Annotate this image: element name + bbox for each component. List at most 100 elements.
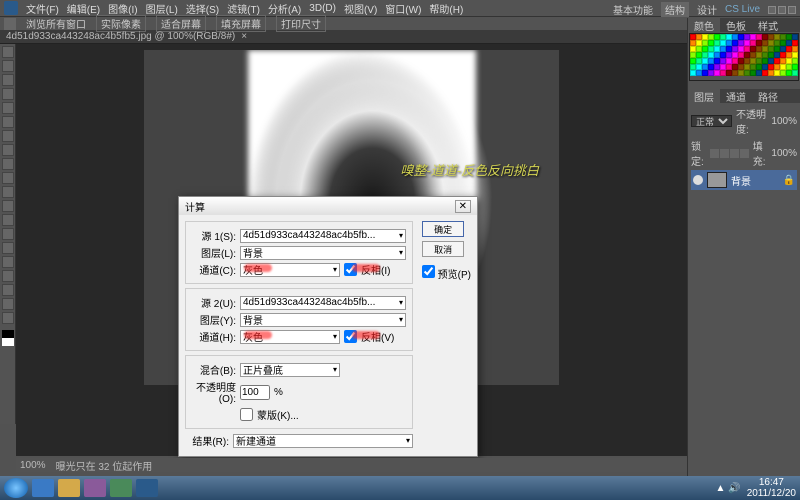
menu-view[interactable]: 视图(V) [344, 1, 377, 16]
mask-label: 蒙版(K)... [257, 407, 299, 422]
cancel-button[interactable]: 取消 [422, 241, 464, 257]
visibility-icon[interactable] [693, 175, 703, 185]
hand-tool[interactable] [2, 298, 14, 310]
menu-analysis[interactable]: 分析(A) [268, 1, 301, 16]
hand-tool-icon[interactable] [4, 18, 16, 30]
color-grid[interactable] [689, 33, 799, 81]
zoom-tool[interactable] [2, 312, 14, 324]
tab-layers[interactable]: 图层 [688, 89, 720, 103]
windows-taskbar: ▲ 🔊 16:47 2011/12/20 [0, 476, 800, 500]
menu-image[interactable]: 图像(I) [108, 1, 137, 16]
path-tool[interactable] [2, 270, 14, 282]
red-annotation-4 [352, 331, 380, 339]
maximize-icon[interactable] [778, 6, 786, 14]
taskbar-app2-icon[interactable] [110, 479, 132, 497]
tab-swatches[interactable]: 色板 [720, 18, 752, 32]
close-icon[interactable] [788, 6, 796, 14]
document-tab-label: 4d51d933ca443248ac4b5fb5.jpg @ 100%(RGB/… [6, 31, 235, 42]
history-brush-tool[interactable] [2, 172, 14, 184]
tab-styles[interactable]: 样式 [752, 18, 784, 32]
source2-layer-select[interactable]: 背景 [240, 313, 406, 327]
tools-panel [0, 44, 16, 424]
status-bar: 100% 曝光只在 32 位起作用 [16, 458, 687, 472]
workspace-structure[interactable]: 结构 [661, 2, 689, 17]
opacity-input[interactable] [240, 385, 270, 400]
opacity-value[interactable]: 100% [771, 116, 797, 127]
blend-label: 混合(B): [192, 362, 236, 377]
type-tool[interactable] [2, 256, 14, 268]
lock-icons[interactable] [710, 149, 749, 158]
minimize-icon[interactable] [768, 6, 776, 14]
tab-color[interactable]: 颜色 [688, 18, 720, 32]
fill-value[interactable]: 100% [771, 148, 797, 159]
clock-time[interactable]: 16:47 [747, 477, 796, 488]
crop-tool[interactable] [2, 102, 14, 114]
blend-mode-dropdown[interactable]: 正常 [691, 115, 732, 127]
preview-checkbox[interactable] [422, 265, 435, 278]
result-select[interactable]: 新建通道 [233, 434, 413, 448]
workspace-basic[interactable]: 基本功能 [613, 2, 653, 17]
workspace-design[interactable]: 设计 [697, 2, 717, 17]
start-button[interactable] [4, 478, 28, 498]
menu-file[interactable]: 文件(F) [26, 1, 59, 16]
taskbar-ie-icon[interactable] [32, 479, 54, 497]
eraser-tool[interactable] [2, 186, 14, 198]
stamp-tool[interactable] [2, 158, 14, 170]
mask-checkbox[interactable] [240, 408, 253, 421]
heal-tool[interactable] [2, 130, 14, 142]
brush-tool[interactable] [2, 144, 14, 156]
gradient-tool[interactable] [2, 200, 14, 212]
red-annotation-3 [244, 331, 272, 339]
color-swatches[interactable] [2, 330, 14, 346]
blur-tool[interactable] [2, 214, 14, 226]
source2-file-select[interactable]: 4d51d933ca443248ac4b5fb... [240, 296, 406, 310]
calculations-dialog: 计算 ✕ 确定 取消 预览(P) 源 1(S):4d51d933ca443248… [178, 196, 478, 457]
document-tab[interactable]: 4d51d933ca443248ac4b5fb5.jpg @ 100%(RGB/… [0, 30, 800, 44]
taskbar-photoshop-icon[interactable] [136, 479, 158, 497]
layer-thumbnail [707, 172, 727, 188]
tab-channels[interactable]: 通道 [720, 89, 752, 103]
options-bar: 浏览所有窗口 实际像素 适合屏幕 填充屏幕 打印尺寸 [0, 16, 800, 30]
btn-fill-screen[interactable]: 填充屏幕 [216, 15, 266, 32]
menu-3d[interactable]: 3D(D) [309, 3, 336, 14]
menu-layer[interactable]: 图层(L) [146, 1, 178, 16]
dialog-titlebar[interactable]: 计算 ✕ [179, 197, 477, 215]
tab-close-icon[interactable]: × [241, 31, 247, 42]
tab-paths[interactable]: 路径 [752, 89, 784, 103]
menu-help[interactable]: 帮助(H) [429, 1, 463, 16]
dodge-tool[interactable] [2, 228, 14, 240]
marquee-tool[interactable] [2, 60, 14, 72]
source1-layer-select[interactable]: 背景 [240, 246, 406, 260]
scroll-all-windows[interactable]: 浏览所有窗口 [26, 16, 86, 31]
menu-edit[interactable]: 编辑(E) [67, 1, 100, 16]
btn-print-size[interactable]: 打印尺寸 [276, 15, 326, 32]
source2-label: 源 2(U): [192, 295, 236, 310]
btn-fit-screen[interactable]: 适合屏幕 [156, 15, 206, 32]
ok-button[interactable]: 确定 [422, 221, 464, 237]
taskbar-explorer-icon[interactable] [58, 479, 80, 497]
wand-tool[interactable] [2, 88, 14, 100]
lock-label: 锁定: [691, 138, 706, 168]
blend-mode-select[interactable]: 正片叠底 [240, 363, 340, 377]
layer-row-background[interactable]: 背景 🔒 [691, 170, 797, 190]
source1-channel-label: 通道(C): [192, 262, 236, 277]
eyedropper-tool[interactable] [2, 116, 14, 128]
red-annotation-2 [352, 264, 380, 272]
dialog-close-icon[interactable]: ✕ [455, 200, 471, 213]
taskbar-app1-icon[interactable] [84, 479, 106, 497]
shape-tool[interactable] [2, 284, 14, 296]
menu-window[interactable]: 窗口(W) [385, 1, 421, 16]
btn-actual-pixels[interactable]: 实际像素 [96, 15, 146, 32]
source1-file-select[interactable]: 4d51d933ca443248ac4b5fb... [240, 229, 406, 243]
zoom-level[interactable]: 100% [20, 460, 46, 471]
clock-date: 2011/12/20 [747, 488, 796, 499]
pen-tool[interactable] [2, 242, 14, 254]
tray-icons[interactable]: ▲ 🔊 [716, 483, 741, 494]
menu-select[interactable]: 选择(S) [186, 1, 219, 16]
result-label: 结果(R): [185, 433, 229, 448]
menu-filter[interactable]: 滤镜(T) [227, 1, 260, 16]
lasso-tool[interactable] [2, 74, 14, 86]
cslive-button[interactable]: CS Live [725, 4, 760, 15]
fill-label: 填充: [753, 138, 768, 168]
move-tool[interactable] [2, 46, 14, 58]
